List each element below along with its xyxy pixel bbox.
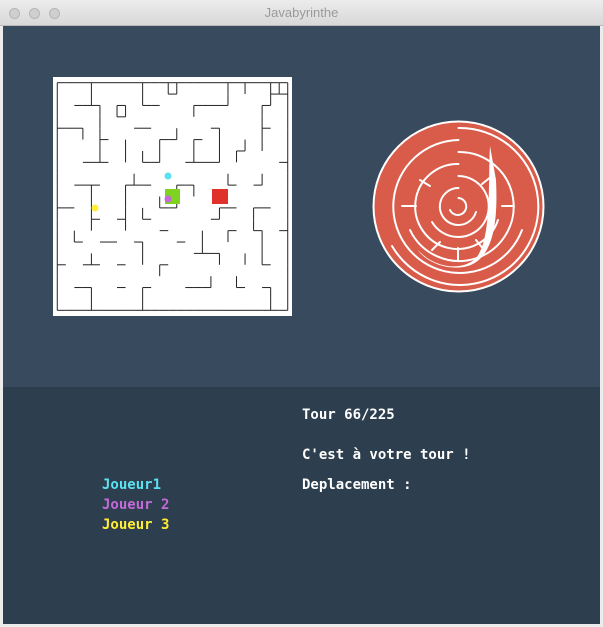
title-bar: Javabyrinthe — [0, 0, 603, 26]
red-tile — [212, 189, 228, 204]
player-name-3: Joueur 3 — [102, 517, 170, 533]
app-window: Javabyrinthe Tour 66/225 C'est à votre t… — [0, 0, 603, 627]
player-name-1: Joueur1 — [102, 477, 162, 493]
maze-board[interactable] — [53, 77, 292, 316]
player2-token — [164, 195, 172, 203]
window-title: Javabyrinthe — [264, 5, 339, 20]
move-label: Deplacement : — [302, 477, 412, 493]
player1-token — [164, 172, 172, 180]
turn-message: C'est à votre tour ! — [302, 447, 471, 463]
player3-token — [91, 204, 99, 212]
labyrinth-logo — [372, 120, 545, 293]
turn-counter: Tour 66/225 — [302, 407, 395, 423]
player-name-2: Joueur 2 — [102, 497, 170, 513]
